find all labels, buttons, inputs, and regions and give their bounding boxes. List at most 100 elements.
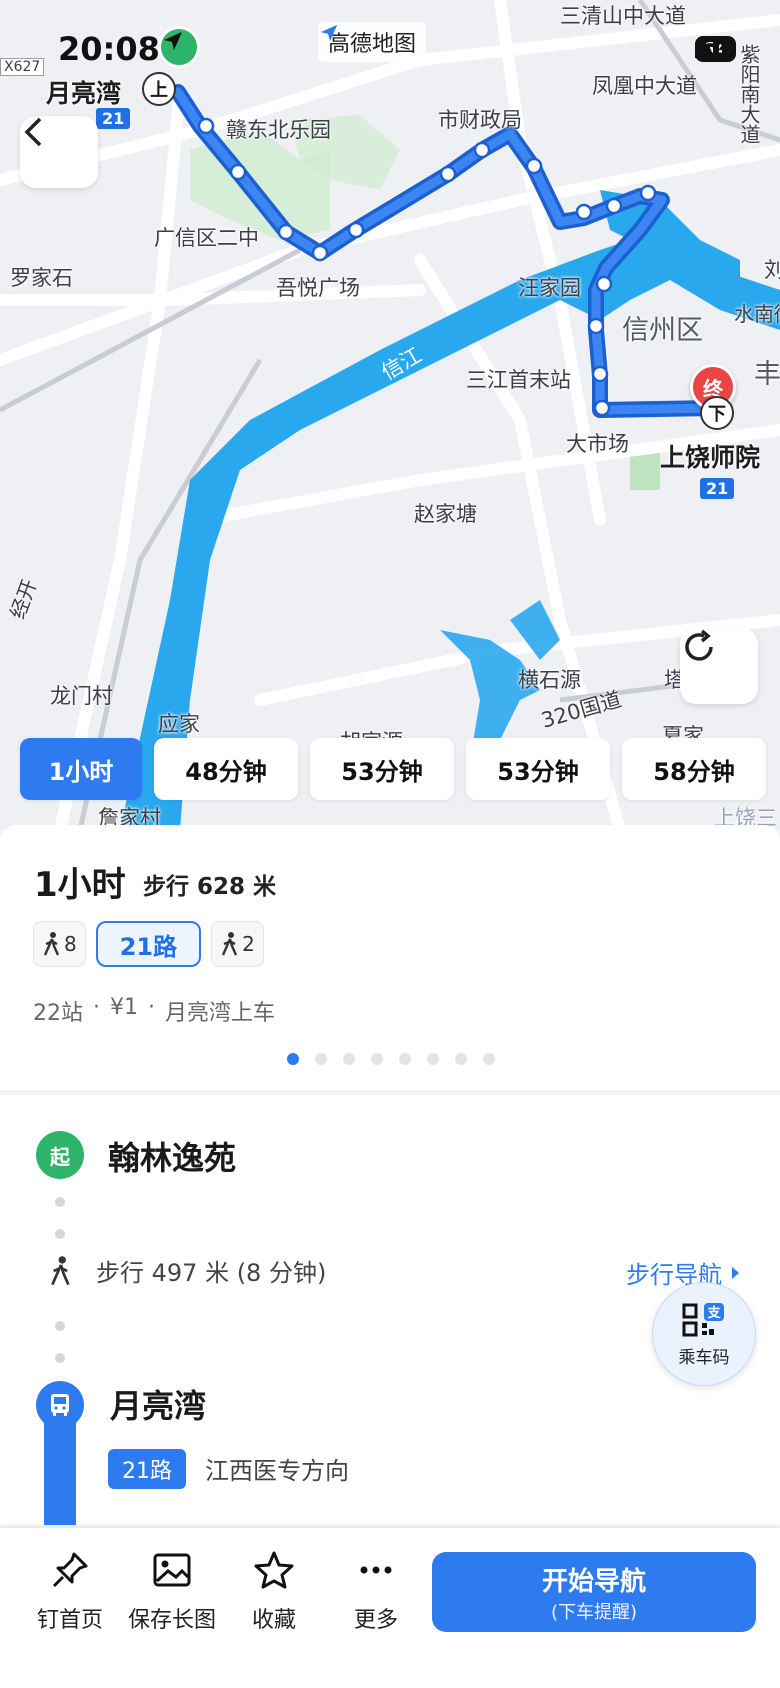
alight-marker: 下 (700, 396, 734, 430)
ride-code-button[interactable]: 支 乘车码 (652, 1282, 756, 1386)
map-label-road: 紫阳南大道 (737, 44, 761, 144)
tab-route-5[interactable]: 58分钟 (622, 738, 766, 800)
refresh-icon (685, 629, 713, 661)
map-label-poi: 吾悦广场 (276, 276, 360, 300)
origin-stop-label: 月亮湾 (46, 79, 122, 108)
status-icons: 64 (694, 36, 736, 62)
map-label-place: 横石源 (518, 668, 581, 692)
map-label-place: 罗家石 (10, 266, 73, 290)
more-icon (360, 1566, 392, 1574)
walk-icon (222, 932, 238, 956)
meta-separator: · (93, 995, 100, 1020)
route-option-tabs: 1小时 48分钟 53分钟 53分钟 58分钟 (20, 738, 766, 800)
walk-chip-after: 2 (211, 921, 264, 967)
star-icon (254, 1551, 294, 1589)
start-badge: 起 (36, 1131, 84, 1179)
page-dot (483, 1053, 495, 1065)
route-map[interactable]: 三清山中大道 凤凰中大道 紫阳南大道 X627 赣东北乐园 市财政局 广信区二中… (0, 0, 780, 830)
back-button[interactable] (20, 116, 98, 188)
bus-stop-badge (36, 1381, 84, 1429)
tab-route-1[interactable]: 1小时 (20, 738, 142, 800)
segment-chips: 8 21路 2 (33, 921, 264, 967)
timeline-dot (55, 1229, 65, 1239)
location-arrow-icon (164, 32, 182, 50)
chevron-left-icon (24, 117, 42, 147)
page-dot (399, 1053, 411, 1065)
tab-route-2[interactable]: 48分钟 (154, 738, 298, 800)
bus-route-tag[interactable]: 21路 (108, 1449, 186, 1489)
walk-minutes: 2 (242, 932, 255, 956)
destination-stop-label: 上饶师院 (660, 443, 761, 472)
more-label: 更多 (353, 1608, 398, 1633)
ride-code-label: 乘车码 (678, 1347, 730, 1368)
map-label-district: 信州区 (622, 315, 703, 346)
walk-minutes: 8 (64, 932, 77, 956)
favorite-label: 收藏 (251, 1608, 296, 1633)
walk-icon (51, 1255, 70, 1285)
board-marker: 上 (142, 72, 176, 106)
total-duration: 1小时 (34, 865, 126, 905)
fare: ¥1 (110, 995, 138, 1020)
image-icon (153, 1553, 191, 1587)
start-navigation-label: 开始导航 (541, 1566, 646, 1597)
meta-separator: · (148, 995, 155, 1020)
more-button[interactable]: 更多 (326, 1550, 426, 1634)
favorite-button[interactable]: 收藏 (224, 1550, 324, 1634)
map-label-place: 赵家塘 (414, 502, 477, 526)
map-label-poi: 大市场 (566, 432, 629, 456)
map-label-place: 水南街 (734, 302, 780, 326)
map-label-road: 三清山中大道 (560, 4, 686, 28)
boarding-stop: 月亮湾上车 (165, 1001, 276, 1026)
qr-code-icon: 支 (682, 1302, 724, 1336)
destination-route-badge: 21 (700, 478, 735, 499)
route-summary-card[interactable]: 1小时 步行 628 米 8 21路 2 22站 · ¥1 · 月亮湾上车 (0, 825, 780, 1090)
start-pin (158, 26, 200, 68)
caret-right-icon (732, 1266, 739, 1279)
start-location: 翰林逸苑 (108, 1139, 237, 1177)
map-label-place: 刘 (764, 258, 780, 282)
bus-timeline-bar (44, 1413, 76, 1525)
map-label-place: 丰 (754, 359, 780, 390)
page-dot (315, 1053, 327, 1065)
bus-icon (51, 1394, 69, 1416)
map-label-poi: 汪家园 (518, 276, 581, 300)
walk-segment: 步行 497 米 (8 分钟) (48, 1253, 326, 1288)
page-dot (287, 1053, 299, 1065)
pin-icon (52, 1552, 88, 1588)
page-dot (371, 1053, 383, 1065)
map-label-place: 应家 (158, 712, 200, 736)
start-navigation-button[interactable]: 开始导航 (下车提醒) (432, 1552, 756, 1632)
page-dot (455, 1053, 467, 1065)
tab-route-3[interactable]: 53分钟 (310, 738, 454, 800)
start-navigation-sublabel: (下车提醒) (550, 1601, 638, 1623)
walk-chip-before: 8 (33, 921, 86, 967)
origin-route-badge: 21 (96, 108, 131, 129)
walk-segment-text: 步行 497 米 (8 分钟) (96, 1259, 327, 1287)
app-name: 高德地图 (328, 32, 417, 57)
timeline-dot (55, 1353, 65, 1363)
tab-route-4[interactable]: 53分钟 (466, 738, 610, 800)
pin-to-home-button[interactable]: 钉首页 (20, 1550, 120, 1634)
save-long-image-label: 保存长图 (127, 1608, 216, 1633)
map-label-poi: 广信区二中 (154, 226, 259, 250)
map-label-poi: 市财政局 (438, 108, 522, 132)
boarding-stop-name: 月亮湾 (110, 1387, 207, 1425)
bus-route-chip: 21路 (95, 921, 202, 967)
map-label-road-code: X627 (0, 58, 45, 76)
app-indicator[interactable]: 高德地图 (318, 22, 427, 62)
page-dot (427, 1053, 439, 1065)
walk-icon (43, 932, 60, 956)
refresh-button[interactable] (680, 628, 758, 704)
map-label-poi: 赣东北乐园 (226, 118, 331, 142)
page-dot (343, 1053, 355, 1065)
map-label-place: 龙门村 (50, 684, 113, 708)
save-long-image-button[interactable]: 保存长图 (122, 1550, 222, 1634)
bottom-action-bar: 钉首页 保存长图 收藏 更多 开始导航 (下车提醒) (0, 1528, 780, 1688)
timeline-dot (55, 1197, 65, 1207)
status-time: 20:08 (58, 30, 160, 68)
timeline-dot (55, 1321, 65, 1331)
svg-text:支: 支 (706, 1305, 721, 1321)
stop-count: 22站 (33, 1001, 83, 1026)
bus-direction: 江西医专方向 (205, 1457, 349, 1485)
map-label-road: 凤凰中大道 (592, 74, 697, 98)
